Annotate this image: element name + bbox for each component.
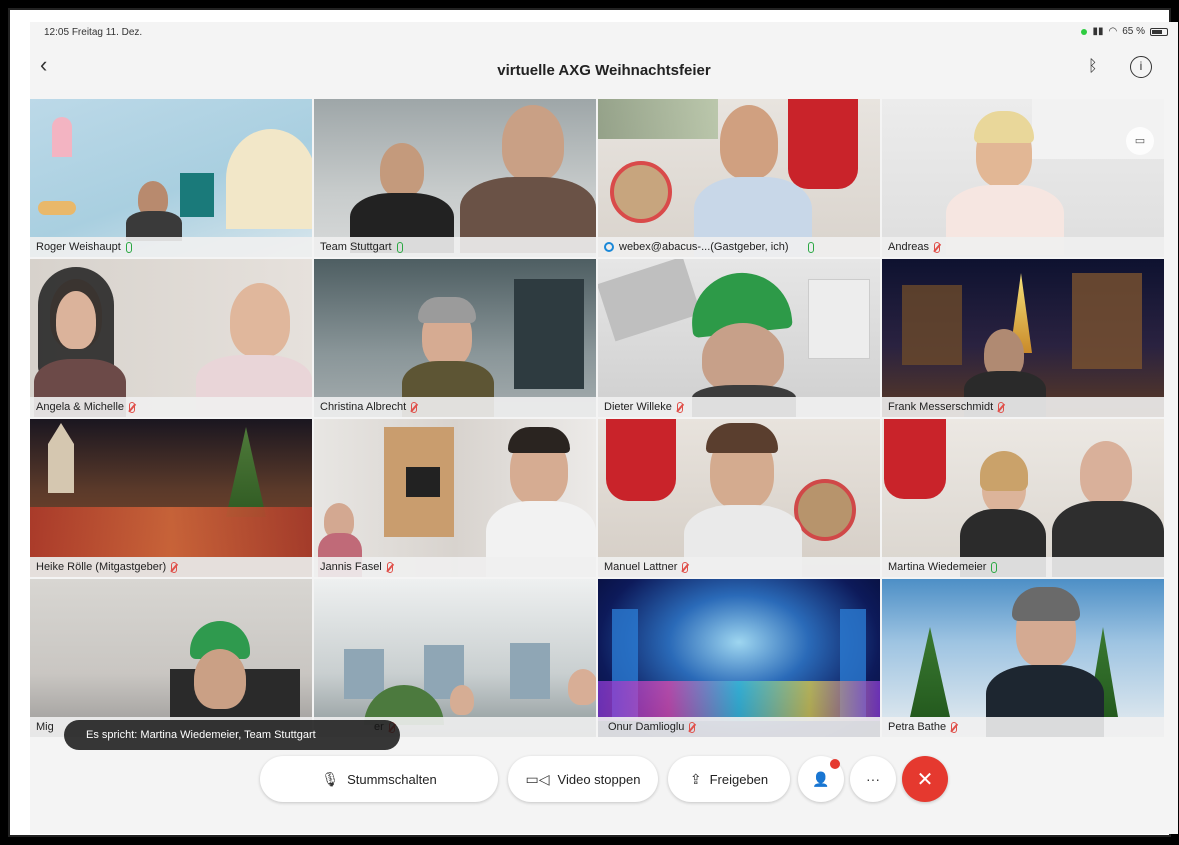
mute-button[interactable]: 🎙 Stummschalten [260,756,498,802]
mic-off-icon [411,401,418,413]
end-call-button[interactable]: ✕ [902,756,948,802]
status-indicators: ▮▮ ◠ 65 % [1081,26,1168,37]
battery-percent: 65 % [1122,26,1145,37]
participant-name: Team Stuttgart [320,241,392,253]
ipad-screen: 12:05 Freitag 11. Dez. ▮▮ ◠ 65 % ‹ virtu… [30,22,1178,834]
participant-tile[interactable]: ▭ Andreas [882,99,1164,257]
mute-label: Stummschalten [347,771,437,787]
participant-name: webex@abacus-...(Gastgeber, ich) [619,241,789,253]
signal-icon: ▮▮ [1092,26,1104,37]
stop-video-button[interactable]: ▭◁ Video stoppen [508,756,658,802]
screenshot-border: 12:05 Freitag 11. Dez. ▮▮ ◠ 65 % ‹ virtu… [0,0,1179,845]
mic-off-icon [129,401,136,413]
participant-label: Manuel Lattner [598,557,880,577]
participant-tile[interactable]: Frank Messerschmidt [882,259,1164,417]
participant-tile[interactable]: Martina Wiedemeier [882,419,1164,577]
participant-tile[interactable]: Manuel Lattner [598,419,880,577]
participant-name: Roger Weishaupt [36,241,121,253]
status-time: 12:05 Freitag 11. Dez. [44,27,143,38]
participant-tile[interactable]: Roger Weishaupt [30,99,312,257]
participant-name: Andreas [888,241,929,253]
participant-name: Frank Messerschmidt [888,401,994,413]
video-label: Video stoppen [557,771,641,787]
host-indicator-icon [604,242,614,252]
person-icon: 👤 [812,770,830,787]
more-options-button[interactable]: ··· [850,756,896,802]
meeting-controls: 🎙 Stummschalten ▭◁ Video stoppen ⇪ Freig… [30,756,1178,816]
participant-label: Angela & Michelle [30,397,312,417]
participant-label: Petra Bathe [882,717,1164,737]
active-speaker-toast: Es spricht: Martina Wiedemeier, Team Stu… [64,720,400,750]
mic-off-icon [933,241,940,253]
info-icon[interactable]: i [1130,56,1152,78]
participant-name: Heike Rölle (Mitgastgeber) [36,561,167,573]
participant-tile[interactable]: Jannis Fasel [314,419,596,577]
participant-tile[interactable]: Petra Bathe [882,579,1164,737]
mic-off-icon [386,561,393,573]
mic-off-icon [689,721,696,733]
video-camera-icon: ▭◁ [525,770,550,787]
mic-on-icon [991,561,998,573]
microphone-icon: 🎙 [321,770,340,787]
participant-label: webex@abacus-...(Gastgeber, ich) [598,237,880,257]
bluetooth-icon[interactable]: ᛒ [1088,58,1098,76]
participant-tile[interactable]: Team Stuttgart [314,99,596,257]
participant-label: Roger Weishaupt [30,237,312,257]
participant-tile[interactable]: Angela & Michelle [30,259,312,417]
video-grid: Roger Weishaupt Team Stuttgart webex@aba… [30,99,1176,739]
participant-tile[interactable]: Onur Damlioglu [598,579,880,737]
share-upload-icon: ⇪ [689,770,702,787]
participant-name: Martina Wiedemeier [888,561,987,573]
mic-off-icon [676,401,683,413]
participant-tile[interactable]: Dieter Willeke [598,259,880,417]
participant-label: Heike Rölle (Mitgastgeber) [30,557,312,577]
participant-name: Onur Damlioglu [608,721,685,733]
participant-tile[interactable]: Mig [30,579,312,737]
participant-tile[interactable]: Christina Albrecht [314,259,596,417]
participants-button[interactable]: 👤 [798,756,844,802]
mic-off-icon [171,561,178,573]
mic-on-icon [807,241,814,253]
participant-name: Mig [36,721,54,733]
layout-toggle-icon[interactable]: ▭ [1126,127,1154,155]
participant-tile[interactable]: er [314,579,596,737]
participant-label: Jannis Fasel [314,557,596,577]
participant-label: Dieter Willeke [598,397,880,417]
participant-name: Petra Bathe [888,721,947,733]
share-button[interactable]: ⇪ Freigeben [668,756,790,802]
mic-on-icon [396,241,403,253]
mic-off-icon [951,721,958,733]
mic-off-icon [998,401,1005,413]
mic-on-icon [125,241,132,253]
mic-off-icon [682,561,689,573]
close-icon: ✕ [916,768,934,791]
more-label: ··· [866,771,880,787]
participant-name: Manuel Lattner [604,561,678,573]
battery-icon [1150,27,1168,36]
participant-name: Angela & Michelle [36,401,125,413]
participant-tile[interactable]: webex@abacus-...(Gastgeber, ich) [598,99,880,257]
participant-label: Martina Wiedemeier [882,557,1164,577]
participant-name: Christina Albrecht [320,401,407,413]
nav-bar: ‹ virtuelle AXG Weihnachtsfeier ᛒ i [30,44,1178,92]
participant-label: Onur Damlioglu [598,717,880,737]
participant-tile[interactable]: Heike Rölle (Mitgastgeber) [30,419,312,577]
participant-label: Team Stuttgart [314,237,596,257]
participant-label: Andreas [882,237,1164,257]
participant-name: Dieter Willeke [604,401,672,413]
participant-name: Jannis Fasel [320,561,382,573]
notification-badge [830,759,840,769]
participant-label: Christina Albrecht [314,397,596,417]
participant-label: Frank Messerschmidt [882,397,1164,417]
meeting-title: virtuelle AXG Weihnachtsfeier [497,62,711,79]
camera-indicator-icon [1081,28,1088,35]
wifi-icon: ◠ [1108,26,1118,37]
share-label: Freigeben [709,771,769,787]
status-bar: 12:05 Freitag 11. Dez. ▮▮ ◠ 65 % [30,22,1178,44]
